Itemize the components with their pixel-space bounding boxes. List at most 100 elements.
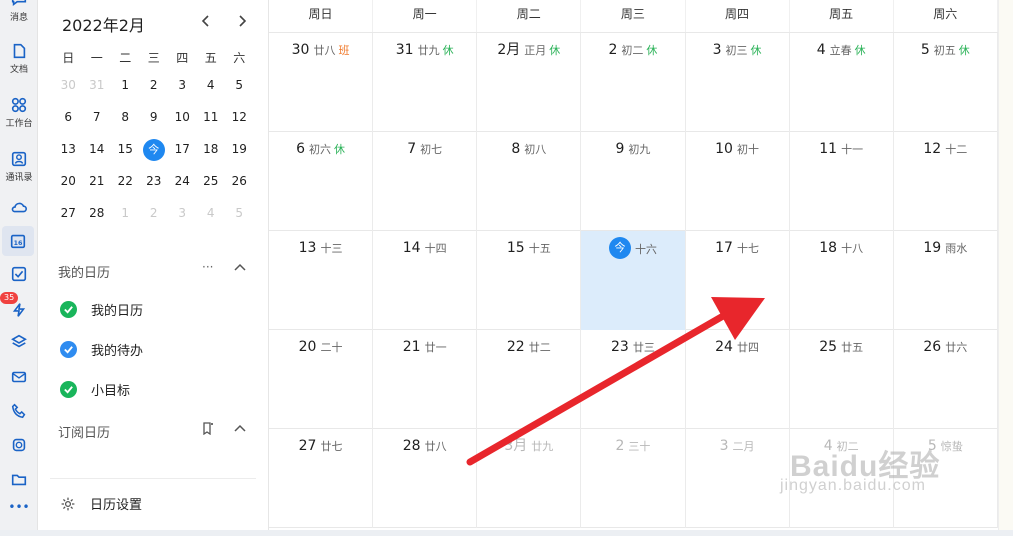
calendar-settings-button[interactable]: 日历设置	[60, 494, 142, 513]
day-cell[interactable]: 21 廿一	[373, 330, 478, 429]
day-header: 26 廿六	[894, 336, 997, 355]
mini-day[interactable]: 27	[54, 201, 83, 225]
day-cell[interactable]: 22 廿二	[477, 330, 582, 429]
mini-day[interactable]: 20	[54, 169, 83, 193]
mini-day[interactable]: 30	[54, 73, 83, 97]
nav-more[interactable]: •••	[0, 486, 38, 526]
my-calendars-collapse-button[interactable]	[234, 262, 246, 276]
mini-day[interactable]: 22	[111, 169, 140, 193]
nav-workbench[interactable]: 工作台	[0, 92, 38, 132]
mini-day[interactable]: 4	[197, 201, 226, 225]
day-cell[interactable]: 19 雨水	[894, 231, 998, 330]
day-cell[interactable]: 3 初三休	[686, 33, 790, 132]
day-cell[interactable]: 17 十七	[686, 231, 790, 330]
mini-day[interactable]: 2	[140, 201, 169, 225]
day-cell[interactable]: 24 廿四	[686, 330, 790, 429]
my-calendars-more-button[interactable]: ···	[202, 260, 213, 274]
mini-day[interactable]: 13	[54, 137, 83, 161]
mini-day[interactable]: 8	[111, 105, 140, 129]
mini-day[interactable]: 23	[140, 169, 169, 193]
mini-day-number: 17	[174, 142, 190, 156]
mini-day[interactable]: 2	[140, 73, 169, 97]
mini-day[interactable]: 4	[197, 73, 226, 97]
day-cell[interactable]: 3 二月	[686, 429, 790, 528]
mini-day[interactable]: 24	[168, 169, 197, 193]
day-cell[interactable]: 15 十五	[477, 231, 582, 330]
day-cell[interactable]: 9 初九	[581, 132, 686, 231]
mini-day[interactable]: 26	[225, 169, 254, 193]
day-cell[interactable]: 2 初二休	[581, 33, 686, 132]
subscribed-collapse-button[interactable]	[234, 423, 246, 437]
nav-documents[interactable]: 文档	[0, 38, 38, 78]
mini-day[interactable]: 3	[168, 201, 197, 225]
prev-month-button[interactable]	[196, 10, 216, 32]
day-cell[interactable]: 13 十三	[269, 231, 374, 330]
day-cell[interactable]: 11 十一	[790, 132, 894, 231]
mini-day[interactable]: 31	[83, 73, 112, 97]
mini-day[interactable]: 14	[83, 137, 112, 161]
next-month-button[interactable]	[232, 10, 252, 32]
day-cell[interactable]: 3月 廿九	[477, 429, 582, 528]
day-cell[interactable]: 12 十二	[894, 132, 998, 231]
mini-day[interactable]: 28	[83, 201, 112, 225]
mini-day[interactable]: 9	[140, 105, 169, 129]
mini-day[interactable]: 1	[111, 201, 140, 225]
lunar-date: 十六	[634, 242, 657, 256]
mini-day[interactable]: 15	[111, 137, 140, 161]
day-cell[interactable]: 4 立春休	[790, 33, 894, 132]
day-cell[interactable]: 4 初二	[790, 429, 894, 528]
check-icon[interactable]	[60, 301, 77, 318]
mini-day[interactable]: 25	[197, 169, 226, 193]
check-icon[interactable]	[60, 341, 77, 358]
mini-day[interactable]: 1	[111, 73, 140, 97]
mini-day[interactable]: 5	[225, 73, 254, 97]
mini-day[interactable]: 10	[168, 105, 197, 129]
day-cell[interactable]: 5 惊蛰	[894, 429, 998, 528]
day-cell[interactable]: 30 廿八班	[269, 33, 374, 132]
day-cell[interactable]: 6 初六休	[269, 132, 374, 231]
mini-day-today[interactable]: 今	[140, 137, 169, 161]
nav-calendar[interactable]: 16	[2, 226, 34, 256]
weekday-header: 周一	[373, 0, 478, 32]
mini-day[interactable]: 11	[197, 105, 226, 129]
day-cell[interactable]: 14 十四	[373, 231, 478, 330]
mini-day[interactable]: 21	[83, 169, 112, 193]
day-cell[interactable]: 18 十八	[790, 231, 894, 330]
mini-day-number: 13	[60, 142, 76, 156]
day-cell[interactable]: 2 三十	[581, 429, 686, 528]
nav-messages[interactable]: 消息	[0, 0, 38, 26]
day-cell[interactable]: 31 廿九休	[373, 33, 478, 132]
day-cell[interactable]: 2月 正月休	[477, 33, 582, 132]
nav-contacts[interactable]: 通讯录	[0, 146, 38, 186]
calendar-item-my-calendar[interactable]: 我的日历	[60, 300, 143, 319]
day-cell[interactable]: 10 初十	[686, 132, 790, 231]
day-cell[interactable]: 5 初五休	[894, 33, 998, 132]
day-cell[interactable]: 27 廿七	[269, 429, 374, 528]
mini-day[interactable]: 18	[197, 137, 226, 161]
mini-day[interactable]: 19	[225, 137, 254, 161]
calendar-item-small-goal[interactable]: 小目标	[60, 380, 130, 399]
calendar-item-my-todo[interactable]: 我的待办	[60, 340, 143, 359]
day-cell[interactable]: 20 二十	[269, 330, 374, 429]
day-number: 20	[298, 339, 317, 355]
nav-layers[interactable]	[0, 322, 38, 362]
day-cell-today[interactable]: 今十六	[581, 231, 686, 330]
day-cell[interactable]: 28 廿八	[373, 429, 478, 528]
mini-day-number: 今	[142, 139, 165, 161]
mini-day[interactable]: 3	[168, 73, 197, 97]
mini-day[interactable]: 12	[225, 105, 254, 129]
day-cell[interactable]: 7 初七	[373, 132, 478, 231]
mini-day[interactable]: 7	[83, 105, 112, 129]
day-cell[interactable]: 26 廿六	[894, 330, 998, 429]
nav-cloud[interactable]	[0, 188, 38, 228]
nav-todo[interactable]	[0, 254, 38, 294]
mini-day[interactable]: 17	[168, 137, 197, 161]
day-cell[interactable]: 23 廿三	[581, 330, 686, 429]
day-cell[interactable]: 25 廿五	[790, 330, 894, 429]
subscribe-calendar-button[interactable]	[202, 422, 214, 438]
mini-day[interactable]: 6	[54, 105, 83, 129]
day-number: 26	[923, 339, 942, 355]
day-cell[interactable]: 8 初八	[477, 132, 582, 231]
mini-day[interactable]: 5	[225, 201, 254, 225]
check-icon[interactable]	[60, 381, 77, 398]
